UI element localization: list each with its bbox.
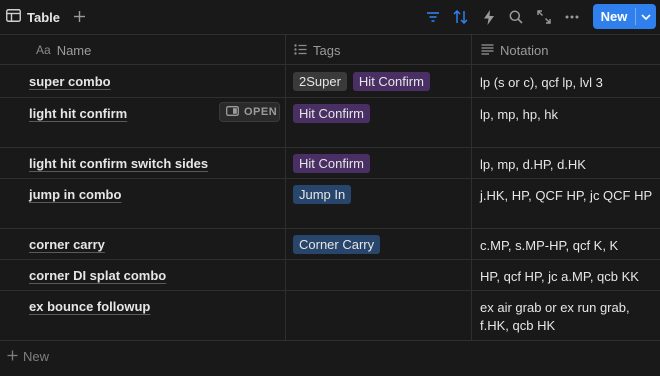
row-name[interactable]: light hit confirm switch sides bbox=[29, 156, 208, 171]
new-button-label[interactable]: New bbox=[593, 4, 635, 29]
more-icon[interactable] bbox=[563, 8, 581, 26]
add-row-label: New bbox=[23, 348, 50, 364]
column-header-label: Name bbox=[56, 42, 92, 58]
row-tags[interactable]: Corner Carry bbox=[293, 235, 381, 254]
row-name[interactable]: corner carry bbox=[29, 237, 105, 252]
row-tags[interactable]: Hit Confirm bbox=[293, 104, 371, 123]
table-row[interactable]: light hit confirm switch sides Hit Confi… bbox=[0, 148, 660, 179]
tag-2super: 2Super bbox=[293, 72, 347, 91]
tag-hit-confirm: Hit Confirm bbox=[352, 72, 430, 91]
tag-hit-confirm: Hit Confirm bbox=[293, 154, 371, 173]
expand-icon[interactable] bbox=[535, 8, 553, 26]
row-name[interactable]: corner DI splat combo bbox=[29, 268, 166, 283]
view-tab-label: Table bbox=[27, 9, 60, 25]
new-button[interactable]: New bbox=[593, 4, 656, 29]
row-name[interactable]: super combo bbox=[29, 74, 111, 89]
row-name[interactable]: jump in combo bbox=[29, 187, 121, 202]
row-notation[interactable]: j.HK, HP, QCF HP, jc QCF HP bbox=[480, 187, 656, 205]
table-icon bbox=[6, 9, 21, 25]
table-header: Aa Name Tags Notation bbox=[0, 35, 660, 65]
open-button-label: OPEN bbox=[244, 106, 278, 118]
tag-hit-confirm: Hit Confirm bbox=[293, 104, 371, 123]
table-row[interactable]: jump in combo Jump In j.HK, HP, QCF HP, … bbox=[0, 179, 660, 229]
column-header-tags[interactable]: Tags bbox=[294, 35, 340, 65]
multi-select-icon bbox=[294, 43, 307, 58]
table-row[interactable]: light hit confirm OPEN Hit Confirm lp, m… bbox=[0, 98, 660, 148]
row-tags[interactable]: 2Super Hit Confirm bbox=[293, 72, 430, 91]
row-notation[interactable]: ex air grab or ex run grab, f.HK, qcb HK bbox=[480, 299, 656, 335]
open-in-side-peek-icon bbox=[226, 105, 239, 119]
column-header-notation[interactable]: Notation bbox=[481, 35, 548, 65]
automation-icon[interactable] bbox=[480, 8, 498, 26]
row-name[interactable]: light hit confirm bbox=[29, 106, 127, 121]
text-property-icon: Aa bbox=[36, 43, 51, 57]
tag-corner-carry: Corner Carry bbox=[293, 235, 381, 254]
column-header-name[interactable]: Aa Name bbox=[36, 35, 91, 65]
add-row-button[interactable]: New bbox=[7, 347, 49, 365]
row-tags[interactable]: Hit Confirm bbox=[293, 154, 371, 173]
column-header-label: Notation bbox=[500, 42, 549, 58]
row-name[interactable]: ex bounce followup bbox=[29, 299, 150, 314]
table-row[interactable]: super combo 2Super Hit Confirm lp (s or … bbox=[0, 66, 660, 98]
database-toolbar: Table New bbox=[0, 0, 660, 34]
row-notation[interactable]: lp, mp, d.HP, d.HK bbox=[480, 156, 656, 174]
column-header-label: Tags bbox=[313, 42, 341, 58]
filter-icon[interactable] bbox=[424, 8, 442, 26]
sort-icon[interactable] bbox=[452, 8, 470, 26]
add-view-plus-icon[interactable] bbox=[71, 7, 87, 27]
tag-jump-in: Jump In bbox=[293, 185, 352, 204]
search-icon[interactable] bbox=[507, 8, 525, 26]
view-tab-table[interactable]: Table bbox=[6, 7, 60, 27]
row-notation[interactable]: lp (s or c), qcf lp, lvl 3 bbox=[480, 74, 656, 92]
table-row[interactable]: corner DI splat combo HP, qcf HP, jc a.M… bbox=[0, 260, 660, 291]
table-row[interactable]: corner carry Corner Carry c.MP, s.MP-HP,… bbox=[0, 229, 660, 260]
row-notation[interactable]: HP, qcf HP, jc a.MP, qcb KK bbox=[480, 268, 656, 286]
text-lines-icon bbox=[481, 43, 494, 58]
plus-icon bbox=[7, 349, 18, 364]
open-page-button[interactable]: OPEN bbox=[219, 102, 280, 122]
row-notation[interactable]: c.MP, s.MP-HP, qcf K, K bbox=[480, 237, 656, 255]
chevron-down-icon[interactable] bbox=[636, 4, 656, 29]
row-notation[interactable]: lp, mp, hp, hk bbox=[480, 106, 656, 124]
table-row[interactable]: ex bounce followup ex air grab or ex run… bbox=[0, 291, 660, 341]
row-tags[interactable]: Jump In bbox=[293, 185, 352, 204]
